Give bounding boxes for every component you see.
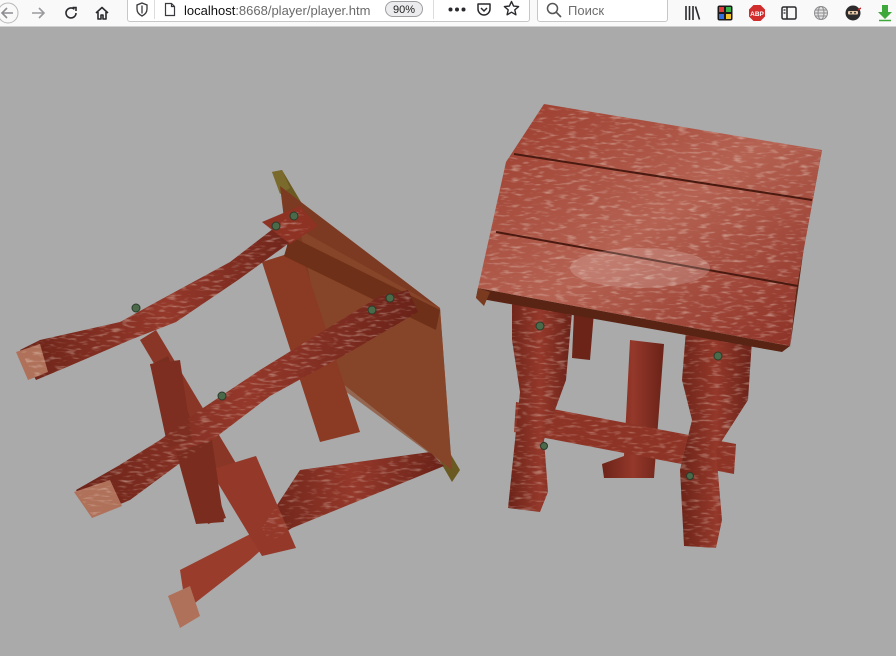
3d-viewport[interactable]: [0, 27, 896, 651]
library-icon: [685, 6, 701, 20]
adblock-plus-button[interactable]: ABP: [746, 0, 768, 26]
page-icon[interactable]: [164, 2, 176, 17]
home-icon: [95, 6, 109, 20]
globe-extension-button[interactable]: [810, 0, 832, 26]
home-button[interactable]: [91, 0, 113, 26]
colorpicker-extension-icon: [717, 5, 733, 21]
url-host: localhost: [184, 3, 236, 18]
search-placeholder: Поиск: [568, 3, 605, 18]
ninja-extension-button[interactable]: [842, 0, 864, 26]
url-separator: [433, 0, 434, 19]
reader-view-button[interactable]: [778, 0, 800, 26]
back-arrow-icon: [0, 2, 19, 24]
search-icon: [546, 2, 562, 18]
url-bar[interactable]: localhost:8668/player/player.htm 90%: [127, 0, 530, 22]
download-button[interactable]: [874, 0, 896, 26]
extension-colorpicker-button[interactable]: [715, 0, 735, 26]
adblock-plus-icon: ABP: [749, 5, 765, 21]
url-text[interactable]: localhost:8668/player/player.htm: [184, 3, 384, 18]
reload-button[interactable]: [60, 0, 82, 26]
library-button[interactable]: [682, 0, 704, 26]
url-path: :8668/player/player.htm: [235, 3, 371, 18]
pocket-icon[interactable]: [476, 1, 492, 17]
page-actions-icon[interactable]: [448, 7, 466, 12]
ninja-icon: [845, 5, 861, 21]
url-divider: [154, 0, 155, 19]
forward-arrow-icon: [32, 7, 46, 19]
adblock-plus-label: ABP: [750, 11, 764, 18]
reload-icon: [65, 6, 77, 19]
zoom-level-badge[interactable]: 90%: [385, 1, 423, 17]
stool-upside-down: [16, 170, 460, 628]
forward-button[interactable]: [27, 0, 49, 26]
back-button[interactable]: [0, 0, 20, 26]
stool-render: [16, 104, 822, 628]
stool-upright: [476, 104, 822, 548]
bookmark-star-icon[interactable]: [503, 0, 520, 17]
download-arrow-icon: [878, 5, 892, 22]
browser-toolbar: localhost:8668/player/player.htm 90% Пои…: [0, 0, 896, 27]
globe-icon: [814, 6, 828, 20]
search-bar[interactable]: Поиск: [537, 0, 668, 22]
shield-icon[interactable]: [135, 2, 149, 17]
sidebar-icon: [781, 6, 797, 20]
